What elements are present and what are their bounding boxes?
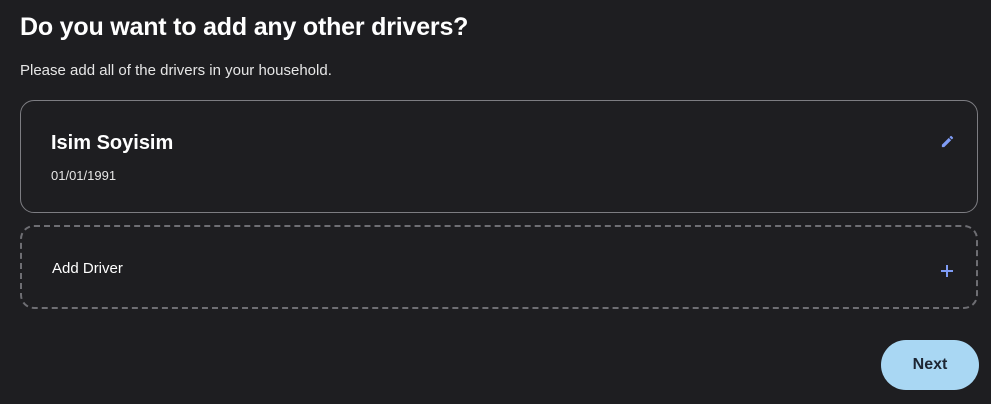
add-driver-label: Add Driver bbox=[52, 260, 123, 277]
add-driver-button[interactable]: Add Driver bbox=[20, 225, 978, 309]
next-button[interactable]: Next bbox=[881, 340, 979, 390]
driver-card: Isim Soyisim 01/01/1991 bbox=[20, 100, 978, 213]
add-drivers-page: Do you want to add any other drivers? Pl… bbox=[0, 0, 991, 404]
page-subtitle: Please add all of the drivers in your ho… bbox=[20, 62, 332, 79]
driver-name: Isim Soyisim bbox=[51, 132, 174, 154]
plus-icon bbox=[940, 264, 954, 278]
page-title: Do you want to add any other drivers? bbox=[20, 13, 469, 41]
driver-date-of-birth: 01/01/1991 bbox=[51, 168, 117, 183]
pencil-icon[interactable] bbox=[940, 134, 955, 149]
